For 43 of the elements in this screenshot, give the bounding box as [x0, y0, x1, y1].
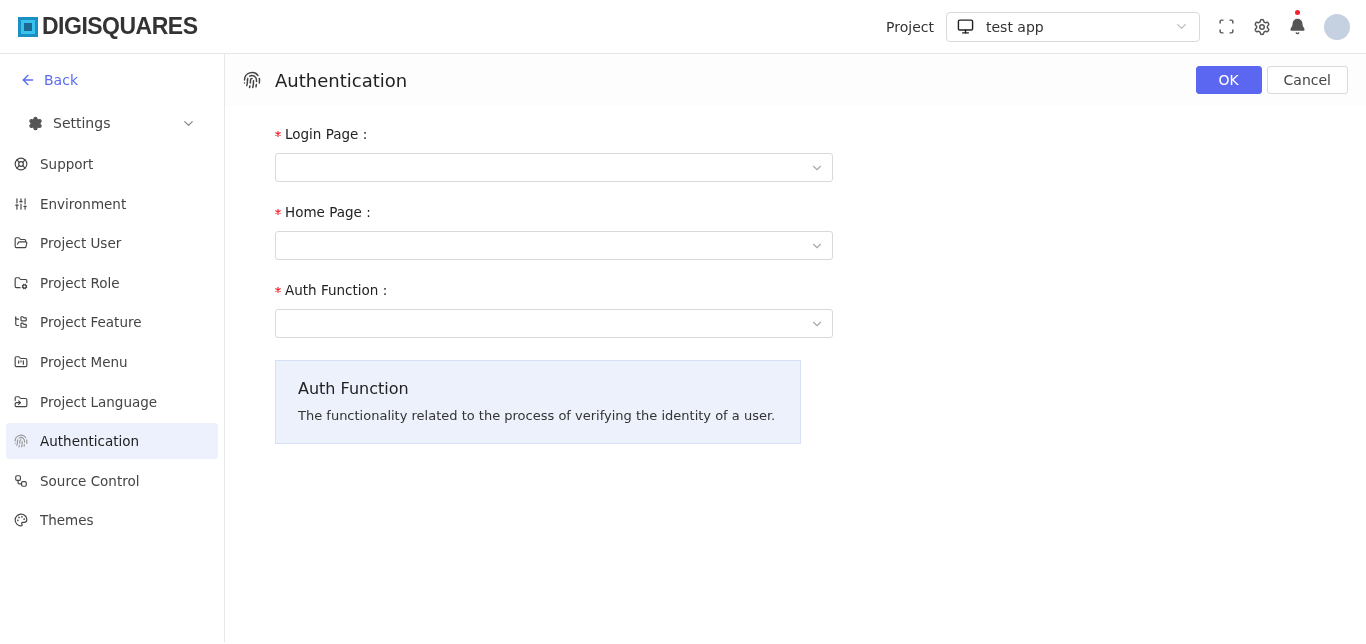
field-label: Login Page :	[285, 126, 368, 142]
sidebar-item[interactable]: Project Menu	[6, 343, 218, 380]
select-field[interactable]	[275, 153, 833, 182]
folder-board-icon	[14, 354, 28, 369]
gear-icon	[28, 115, 43, 131]
logo-icon	[18, 16, 38, 37]
fingerprint-icon	[14, 434, 28, 449]
folder-tree-icon	[14, 315, 28, 330]
project-label: Project	[886, 18, 934, 35]
sidebar-item[interactable]: Authentication	[6, 423, 218, 460]
field-label: Home Page :	[285, 204, 371, 220]
info-title: Auth Function	[298, 379, 410, 398]
sidebar-item[interactable]: Project Language	[6, 383, 218, 420]
select-field[interactable]	[275, 309, 833, 338]
select-field[interactable]	[275, 231, 833, 260]
sliders-icon	[14, 196, 28, 211]
settings-group[interactable]: Settings	[6, 112, 218, 134]
info-text: The functionality related to the process of verifying the identity of a user.	[298, 408, 777, 423]
folder-gear-icon	[14, 275, 28, 290]
lifebuoy-icon	[14, 157, 28, 171]
avatar[interactable]	[1324, 13, 1350, 40]
sidebar-item[interactable]: Themes	[6, 502, 218, 539]
page-title: Authentication	[275, 69, 408, 91]
workflow-icon	[14, 473, 28, 488]
settings-button[interactable]	[1253, 17, 1271, 36]
cancel-button[interactable]: Cancel	[1266, 66, 1348, 94]
project-select[interactable]: test app	[946, 11, 1200, 42]
sidebar-item[interactable]: Support	[6, 146, 218, 182]
sidebar-item[interactable]: Source Control	[6, 462, 218, 499]
sidebar-item[interactable]: Project User	[6, 225, 218, 262]
field-label: Auth Function :	[285, 282, 388, 298]
palette-icon	[14, 513, 28, 528]
fingerprint-icon	[243, 71, 261, 89]
folder-arrow-icon	[14, 394, 28, 409]
sidebar-item[interactable]: Project Role	[6, 264, 218, 301]
logo-text: DIGISQUARES	[42, 13, 198, 40]
back-link[interactable]: Back	[6, 70, 218, 90]
folder-icon	[14, 236, 28, 251]
monitor-icon	[957, 18, 974, 35]
fullscreen-button[interactable]	[1218, 18, 1235, 35]
sidebar-item[interactable]: Environment	[6, 185, 218, 222]
sidebar-item[interactable]: Project Feature	[6, 304, 218, 341]
ok-button[interactable]: OK	[1195, 66, 1262, 94]
